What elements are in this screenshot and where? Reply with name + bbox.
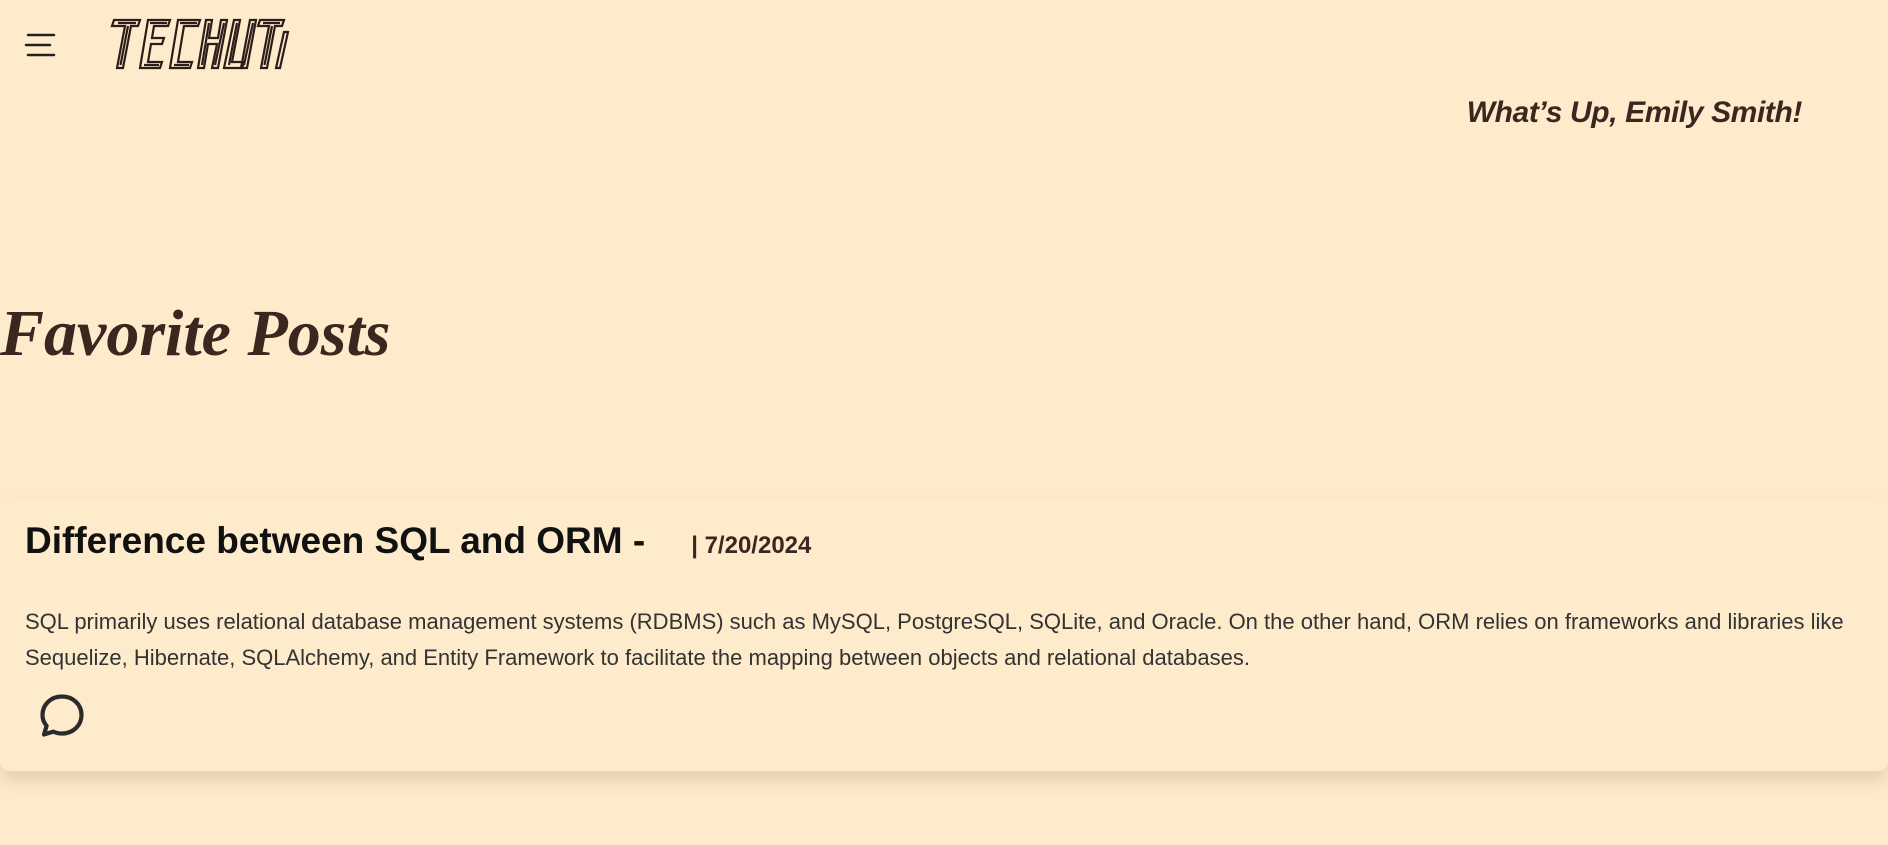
post-card: Difference between SQL and ORM - | 7/20/… xyxy=(0,500,1888,771)
greeting-text: What’s Up, Emily Smith! xyxy=(1466,96,1803,129)
site-logo[interactable] xyxy=(108,12,292,72)
post-date: | 7/20/2024 xyxy=(691,532,812,559)
post-header: Difference between SQL and ORM - | 7/20/… xyxy=(25,520,811,562)
techlith-logo xyxy=(110,18,290,70)
page-title: Favorite Posts xyxy=(0,297,391,370)
comment-icon xyxy=(40,694,84,737)
comment-button[interactable] xyxy=(38,692,86,740)
post-title[interactable]: Difference between SQL and ORM - xyxy=(25,520,645,562)
top-header xyxy=(0,0,1888,90)
post-excerpt: SQL primarily uses relational database m… xyxy=(25,609,1844,670)
menu-button[interactable] xyxy=(20,24,62,66)
hamburger-menu-icon xyxy=(24,33,56,57)
